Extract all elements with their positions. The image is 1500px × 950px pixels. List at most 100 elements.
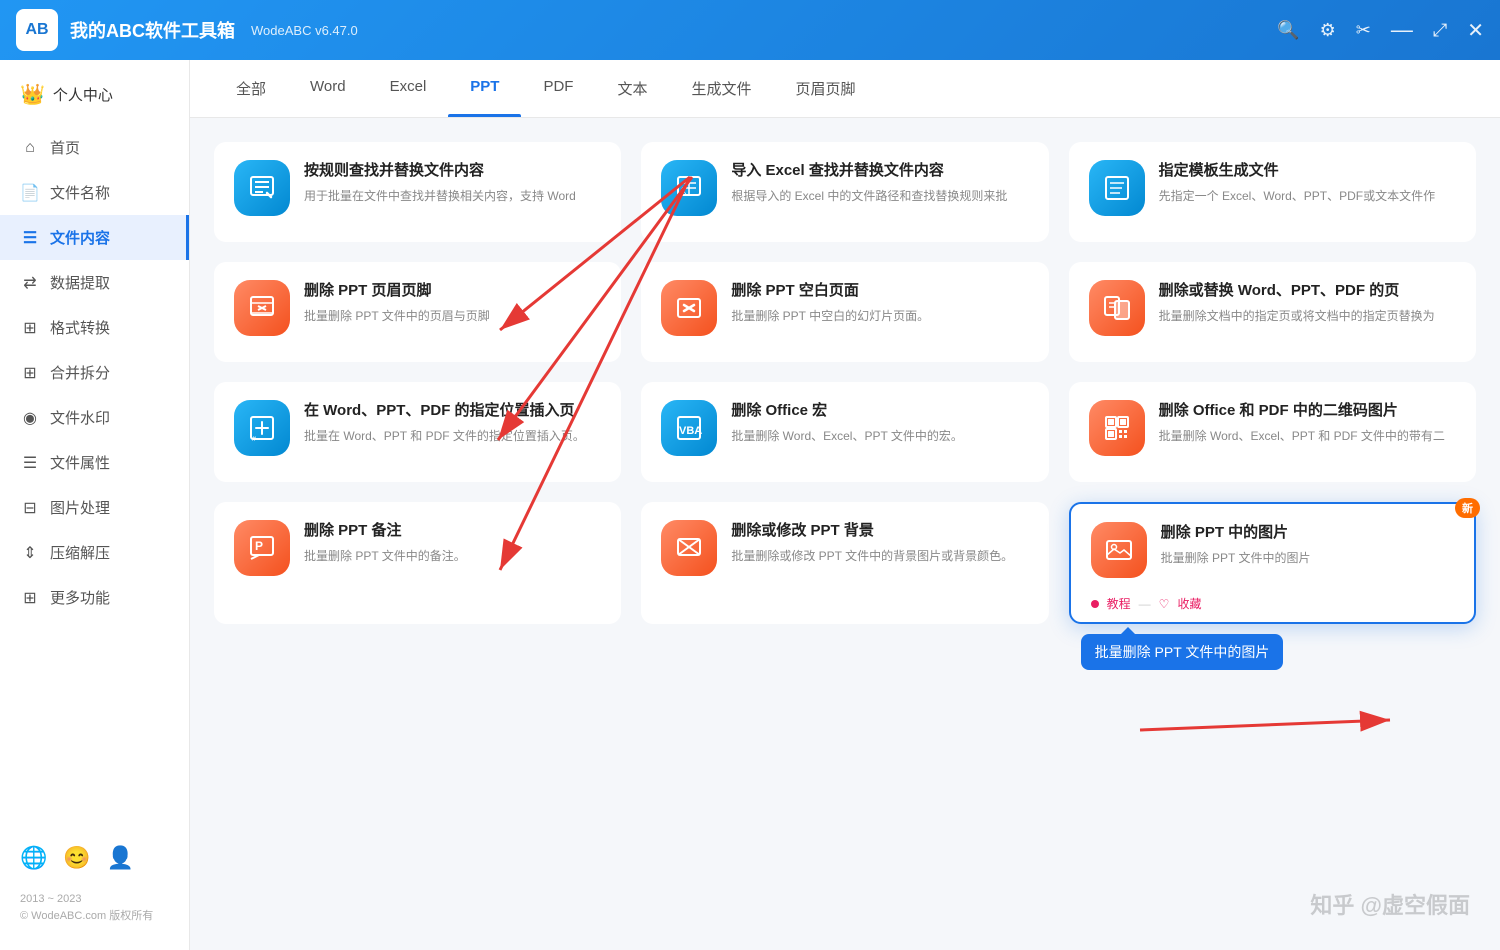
tool-desc-11: 批量删除或修改 PPT 文件中的背景图片或背景颜色。 [731, 547, 1028, 565]
tool-batch-find-replace[interactable]: 按规则查找并替换文件内容 用于批量在文件中查找并替换相关内容，支持 Word [214, 142, 621, 242]
sidebar-item-fileattr[interactable]: ☰ 文件属性 [0, 440, 189, 485]
browser-icon[interactable]: 🌐 [20, 845, 47, 871]
tools-grid: 按规则查找并替换文件内容 用于批量在文件中查找并替换相关内容，支持 Word X [190, 118, 1500, 950]
sidebar-item-imgprocess[interactable]: ⊟ 图片处理 [0, 485, 189, 530]
tool-desc-4: 批量删除 PPT 文件中的页眉与页脚 [304, 307, 601, 325]
tab-ppt[interactable]: PPT [448, 60, 521, 117]
tool-icon-delete-ppt-images [1091, 522, 1147, 578]
more-icon: ⊞ [20, 588, 40, 608]
sidebar-item-more-label: 更多功能 [50, 587, 110, 608]
card-footer: 教程 — ♡ 收藏 [1091, 595, 1454, 612]
file-icon: 📄 [20, 183, 40, 203]
sidebar-item-watermark-label: 文件水印 [50, 407, 110, 428]
app-title: 我的ABC软件工具箱 [70, 17, 235, 43]
tool-delete-ppt-images[interactable]: 新 删除 PPT 中的图片 批量删除 PPT 文件中的图片 [1069, 502, 1476, 624]
sidebar-item-filename[interactable]: 📄 文件名称 [0, 170, 189, 215]
tool-delete-ppt-notes[interactable]: P 删除 PPT 备注 批量删除 PPT 文件中的备注。 [214, 502, 621, 624]
chat-icon[interactable]: 😊 [63, 845, 90, 871]
tool-title-2: 导入 Excel 查找并替换文件内容 [731, 160, 1028, 181]
tool-icon-delete-qr [1089, 400, 1145, 456]
sidebar-item-compress[interactable]: ⇕ 压缩解压 [0, 530, 189, 575]
sidebar-item-home[interactable]: ⌂ 首页 [0, 125, 189, 170]
sidebar-user[interactable]: 👑 个人中心 [0, 72, 189, 125]
tool-title-12: 删除 PPT 中的图片 [1161, 522, 1454, 543]
tool-content-9: 删除 Office 和 PDF 中的二维码图片 批量删除 Word、Excel、… [1159, 400, 1456, 445]
tool-delete-ppt-blank[interactable]: 删除 PPT 空白页面 批量删除 PPT 中空白的幻灯片页面。 [641, 262, 1048, 362]
sidebar-item-imgprocess-label: 图片处理 [50, 497, 110, 518]
sidebar-item-compress-label: 压缩解压 [50, 542, 110, 563]
app-logo: AB [16, 9, 58, 51]
svg-text:P: P [255, 539, 263, 553]
watermark-icon: ◉ [20, 408, 40, 428]
user-icon[interactable]: 👤 [107, 845, 134, 871]
tool-content-1: 按规则查找并替换文件内容 用于批量在文件中查找并替换相关内容，支持 Word [304, 160, 601, 205]
tool-title-8: 删除 Office 宏 [731, 400, 1028, 421]
tool-title-9: 删除 Office 和 PDF 中的二维码图片 [1159, 400, 1456, 421]
tool-title-10: 删除 PPT 备注 [304, 520, 601, 541]
copyright-text: © WodeABC.com 版权所有 [20, 908, 169, 926]
close-button[interactable]: ✕ [1467, 18, 1484, 43]
content-wrapper: 全部 Word Excel PPT PDF 文本 生成文件 页眉页脚 [190, 60, 1500, 950]
crown-icon: 👑 [20, 82, 45, 107]
footer-favorite[interactable]: 收藏 [1177, 595, 1201, 612]
tool-icon-delete-ppt-bg [661, 520, 717, 576]
tool-excel-find-replace[interactable]: X 导入 Excel 查找并替换文件内容 根据导入的 Excel 中的文件路径和… [641, 142, 1048, 242]
sidebar-item-home-label: 首页 [50, 137, 80, 158]
tool-delete-ppt-bg[interactable]: 删除或修改 PPT 背景 批量删除或修改 PPT 文件中的背景图片或背景颜色。 [641, 502, 1048, 624]
tool-title-7: 在 Word、PPT、PDF 的指定位置插入页 [304, 400, 601, 421]
tool-delete-macro[interactable]: VBA 删除 Office 宏 批量删除 Word、Excel、PPT 文件中的… [641, 382, 1048, 482]
home-icon: ⌂ [20, 139, 40, 157]
new-badge: 新 [1455, 498, 1480, 518]
tab-all[interactable]: 全部 [214, 60, 288, 117]
search-icon[interactable]: 🔍 [1277, 20, 1299, 41]
tooltip: 批量删除 PPT 文件中的图片 [1081, 634, 1284, 670]
tool-desc-3: 先指定一个 Excel、Word、PPT、PDF或文本文件作 [1159, 187, 1456, 205]
tool-icon-delete-ppt-notes: P [234, 520, 290, 576]
tool-content-4: 删除 PPT 页眉页脚 批量删除 PPT 文件中的页眉与页脚 [304, 280, 601, 325]
tab-text[interactable]: 文本 [595, 60, 669, 117]
tab-excel[interactable]: Excel [368, 60, 449, 117]
tool-delete-replace-page[interactable]: 删除或替换 Word、PPT、PDF 的页 批量删除文档中的指定页或将文档中的指… [1069, 262, 1476, 362]
sidebar-item-more[interactable]: ⊞ 更多功能 [0, 575, 189, 620]
tab-generate[interactable]: 生成文件 [669, 60, 773, 117]
merge-icon: ⊞ [20, 363, 40, 383]
tool-icon-delete-ppt-header [234, 280, 290, 336]
tool-insert-page[interactable]: # 在 Word、PPT、PDF 的指定位置插入页 批量在 Word、PPT 和… [214, 382, 621, 482]
format-icon: ⊞ [20, 318, 40, 338]
sidebar-item-filecontent[interactable]: ☰ 文件内容 [0, 215, 189, 260]
tab-word[interactable]: Word [288, 60, 368, 117]
tool-desc-5: 批量删除 PPT 中空白的幻灯片页面。 [731, 307, 1028, 325]
titlebar-controls: 🔍 ⚙ ✂ — ⤢ ✕ [1277, 17, 1484, 43]
sidebar-item-formatconv[interactable]: ⊞ 格式转换 [0, 305, 189, 350]
tool-content-2: 导入 Excel 查找并替换文件内容 根据导入的 Excel 中的文件路径和查找… [731, 160, 1028, 205]
restore-button[interactable]: ⤢ [1433, 20, 1447, 41]
tool-delete-ppt-header[interactable]: 删除 PPT 页眉页脚 批量删除 PPT 文件中的页眉与页脚 [214, 262, 621, 362]
tool-title-5: 删除 PPT 空白页面 [731, 280, 1028, 301]
svg-text:#: # [252, 436, 256, 443]
img-icon: ⊟ [20, 498, 40, 518]
sidebar-item-watermark[interactable]: ◉ 文件水印 [0, 395, 189, 440]
sidebar-item-dataextract-label: 数据提取 [50, 272, 110, 293]
sidebar-item-dataextract[interactable]: ⇄ 数据提取 [0, 260, 189, 305]
sidebar-user-label: 个人中心 [53, 84, 113, 105]
titlebar: AB 我的ABC软件工具箱 WodeABC v6.47.0 🔍 ⚙ ✂ — ⤢ … [0, 0, 1500, 60]
tool-content-5: 删除 PPT 空白页面 批量删除 PPT 中空白的幻灯片页面。 [731, 280, 1028, 325]
tab-pdf[interactable]: PDF [521, 60, 595, 117]
sidebar-item-merge[interactable]: ⊞ 合并拆分 [0, 350, 189, 395]
scissors-icon[interactable]: ✂ [1356, 20, 1371, 41]
tool-desc-2: 根据导入的 Excel 中的文件路径和查找替换规则来批 [731, 187, 1028, 205]
footer-tutorial[interactable]: 教程 [1107, 595, 1131, 612]
tool-content-11: 删除或修改 PPT 背景 批量删除或修改 PPT 文件中的背景图片或背景颜色。 [731, 520, 1028, 565]
tool-delete-qr[interactable]: 删除 Office 和 PDF 中的二维码图片 批量删除 Word、Excel、… [1069, 382, 1476, 482]
tool-desc-10: 批量删除 PPT 文件中的备注。 [304, 547, 601, 565]
content-area: 全部 Word Excel PPT PDF 文本 生成文件 页眉页脚 [190, 60, 1500, 950]
tool-title-6: 删除或替换 Word、PPT、PDF 的页 [1159, 280, 1456, 301]
tool-template-generate[interactable]: 指定模板生成文件 先指定一个 Excel、Word、PPT、PDF或文本文件作 [1069, 142, 1476, 242]
tab-headerfoot[interactable]: 页眉页脚 [774, 60, 878, 117]
main-layout: 👑 个人中心 ⌂ 首页 📄 文件名称 ☰ 文件内容 ⇄ 数据提取 ⊞ 格式转换 … [0, 60, 1500, 950]
footer-heart-icon: ♡ [1159, 597, 1170, 611]
attr-icon: ☰ [20, 453, 40, 473]
tool-icon-batch-find-replace [234, 160, 290, 216]
settings-icon[interactable]: ⚙ [1320, 20, 1336, 41]
minimize-button[interactable]: — [1391, 17, 1413, 43]
